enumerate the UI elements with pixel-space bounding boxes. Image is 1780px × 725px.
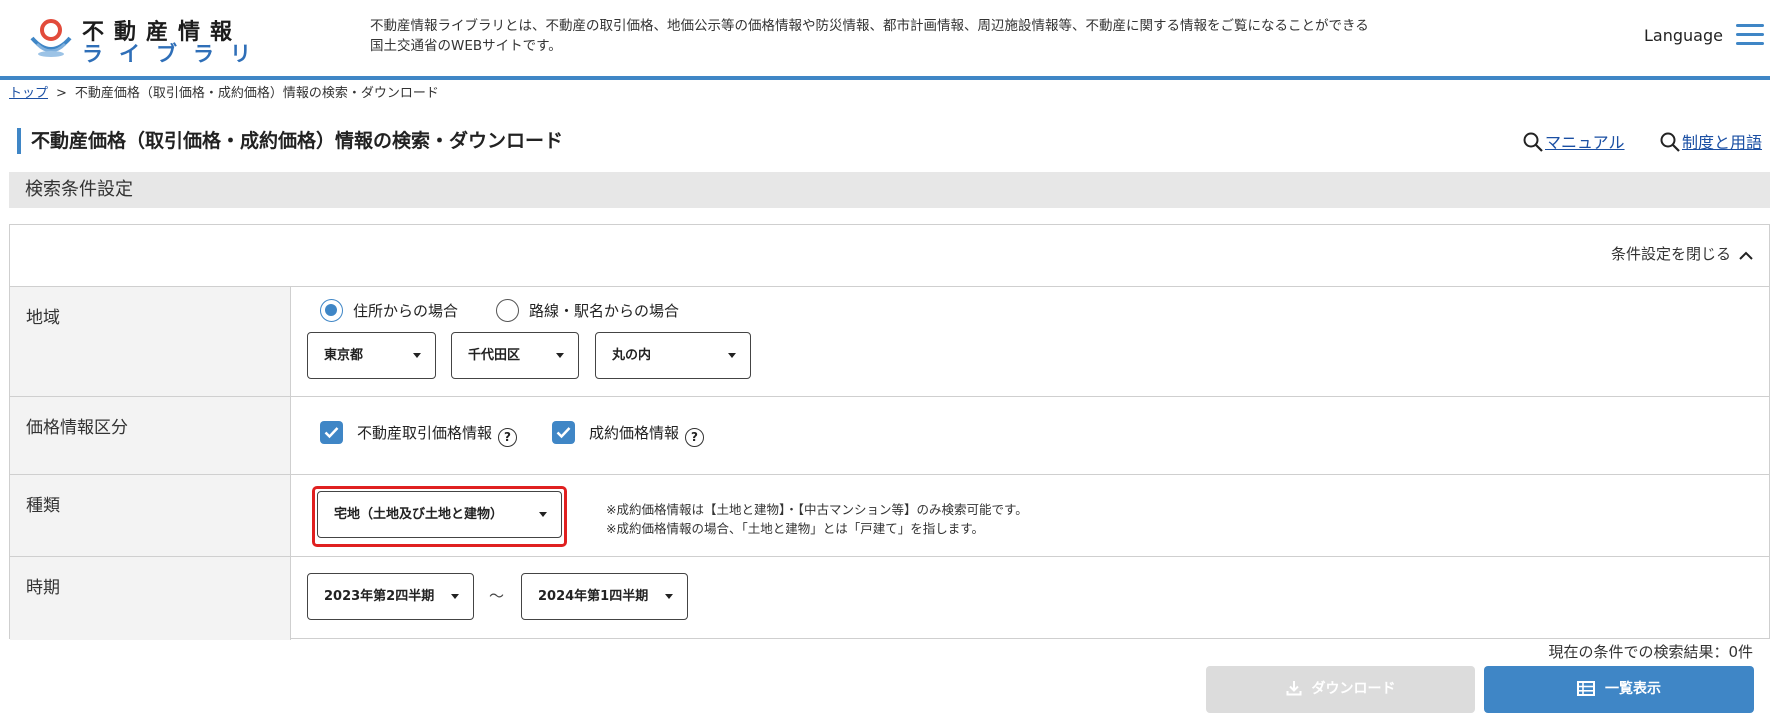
checkbox-contract-price[interactable]: 成約価格情報? xyxy=(552,421,705,447)
manual-link[interactable]: マニュアル xyxy=(1523,129,1625,153)
region-content: 住所からの場合 路線・駅名からの場合 東京都 千代田区 丸の内 xyxy=(292,287,1769,396)
kind-content: 宅地（土地及び土地と建物） ※成約価格情報は【土地と建物】・【中古マンション等】… xyxy=(292,475,1769,556)
caret-down-icon xyxy=(665,594,673,599)
price-type-content: 不動産取引価格情報? 成約価格情報? xyxy=(292,397,1769,474)
list-view-button[interactable]: 一覧表示 xyxy=(1484,666,1754,713)
language-button[interactable]: Language xyxy=(1644,26,1723,45)
logo-text-line2: ライブラリ xyxy=(82,42,267,66)
result-count: 現在の条件での検索結果：0件 xyxy=(1548,643,1753,661)
kind-note-1: ※成約価格情報は【土地と建物】・【中古マンション等】のみ検索可能です。 xyxy=(606,502,1028,517)
close-conditions-row: 条件設定を閉じる xyxy=(10,225,1769,287)
hamburger-menu-icon[interactable] xyxy=(1736,24,1766,46)
kind-value: 宅地（土地及び土地と建物） xyxy=(334,507,504,522)
section-title: 検索条件設定 xyxy=(9,172,1770,208)
city-select[interactable]: 千代田区 xyxy=(451,332,579,379)
kind-row: 種類 宅地（土地及び土地と建物） ※成約価格情報は【土地と建物】・【中古マンショ… xyxy=(10,475,1769,557)
region-label: 地域 xyxy=(10,287,291,396)
breadcrumb-top-link[interactable]: トップ xyxy=(9,86,48,101)
breadcrumb-current: 不動産価格（取引価格・成約価格）情報の検索・ダウンロード xyxy=(74,86,439,101)
breadcrumb: トップ > 不動産価格（取引価格・成約価格）情報の検索・ダウンロード xyxy=(9,82,439,101)
logo-mark-icon xyxy=(30,19,72,57)
city-value: 千代田区 xyxy=(468,348,521,363)
district-value: 丸の内 xyxy=(612,348,652,363)
prefecture-select[interactable]: 東京都 xyxy=(307,332,436,379)
radio-station-label: 路線・駅名からの場合 xyxy=(529,302,680,320)
region-row: 地域 住所からの場合 路線・駅名からの場合 東京都 千代田区 丸の内 xyxy=(10,287,1769,397)
radio-address-label: 住所からの場合 xyxy=(353,302,459,320)
download-button[interactable]: ダウンロード xyxy=(1206,666,1475,713)
period-from-value: 2023年第2四半期 xyxy=(324,589,435,604)
site-description-line1: 不動産情報ライブラリとは、不動産の取引価格、地価公示等の価格情報や防災情報、都市… xyxy=(370,18,1369,34)
checkbox-transaction-price[interactable]: 不動産取引価格情報? xyxy=(320,421,518,447)
checkbox-contract-price-label: 成約価格情報 xyxy=(589,424,680,442)
caret-down-icon xyxy=(556,353,564,358)
price-type-row: 価格情報区分 不動産取引価格情報? 成約価格情報? xyxy=(10,397,1769,475)
chevron-up-icon xyxy=(1739,251,1753,260)
kind-label: 種類 xyxy=(10,475,291,556)
terms-link-label: 制度と用語 xyxy=(1682,133,1763,152)
download-icon xyxy=(1286,681,1301,696)
period-to-select[interactable]: 2024年第1四半期 xyxy=(521,573,688,620)
kind-note-2: ※成約価格情報の場合、「土地と建物」とは「戸建て」を指します。 xyxy=(606,521,984,536)
site-header: 不動産情報 ライブラリ 不動産情報ライブラリとは、不動産の取引価格、地価公示等の… xyxy=(0,0,1770,80)
site-description: 不動産情報ライブラリとは、不動産の取引価格、地価公示等の価格情報や防災情報、都市… xyxy=(370,16,1420,56)
radio-unselected-icon xyxy=(496,299,519,322)
list-view-label: 一覧表示 xyxy=(1605,681,1661,697)
caret-down-icon xyxy=(539,512,547,517)
checkbox-transaction-price-label: 不動産取引価格情報 xyxy=(357,424,493,442)
help-question-icon[interactable]: ? xyxy=(498,428,518,447)
period-to-value: 2024年第1四半期 xyxy=(538,589,649,604)
radio-selected-icon xyxy=(320,299,343,322)
search-icon xyxy=(1660,132,1680,152)
price-type-label: 価格情報区分 xyxy=(10,397,291,474)
period-label: 時期 xyxy=(10,557,291,640)
site-description-line2: 国土交通省のWEBサイトです。 xyxy=(370,38,562,54)
close-conditions-label: 条件設定を閉じる xyxy=(1610,245,1731,263)
close-conditions-button[interactable]: 条件設定を閉じる xyxy=(1611,243,1753,264)
breadcrumb-separator: > xyxy=(56,86,67,101)
period-separator: ～ xyxy=(489,587,505,605)
help-question-icon[interactable]: ? xyxy=(685,428,705,447)
caret-down-icon xyxy=(413,353,421,358)
caret-down-icon xyxy=(451,594,459,599)
checkbox-checked-icon xyxy=(320,421,343,444)
radio-address[interactable]: 住所からの場合 xyxy=(320,299,458,322)
prefecture-value: 東京都 xyxy=(324,348,364,363)
table-icon xyxy=(1577,681,1595,696)
caret-down-icon xyxy=(728,353,736,358)
search-icon xyxy=(1523,132,1543,152)
checkbox-checked-icon xyxy=(552,421,575,444)
terms-link[interactable]: 制度と用語 xyxy=(1660,129,1762,153)
period-row: 時期 2023年第2四半期 ～ 2024年第1四半期 xyxy=(10,557,1769,640)
page-title: 不動産価格（取引価格・成約価格）情報の検索・ダウンロード xyxy=(17,128,563,154)
download-label: ダウンロード xyxy=(1311,681,1396,697)
period-from-select[interactable]: 2023年第2四半期 xyxy=(307,573,474,620)
district-select[interactable]: 丸の内 xyxy=(595,332,751,379)
search-form: 条件設定を閉じる 地域 住所からの場合 路線・駅名からの場合 東京都 千代田区 … xyxy=(9,224,1770,640)
period-content: 2023年第2四半期 ～ 2024年第1四半期 xyxy=(292,557,1769,640)
kind-select[interactable]: 宅地（土地及び土地と建物） xyxy=(317,491,562,538)
manual-link-label: マニュアル xyxy=(1545,133,1625,152)
radio-station[interactable]: 路線・駅名からの場合 xyxy=(496,299,679,322)
site-logo[interactable]: 不動産情報 ライブラリ xyxy=(30,12,251,66)
